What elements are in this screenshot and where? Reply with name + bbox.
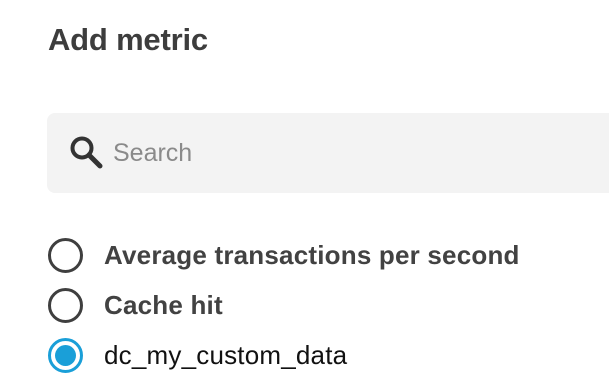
search-box[interactable] xyxy=(47,113,609,193)
metric-option-label: dc_my_custom_data xyxy=(104,339,348,370)
search-icon xyxy=(69,135,109,171)
metric-option-label: Average transactions per second xyxy=(104,239,520,270)
radio-button[interactable] xyxy=(48,237,83,273)
metric-radio-group: Average transactions per second Cache hi… xyxy=(48,230,520,377)
page-title: Add metric xyxy=(48,22,208,57)
radio-selected-dot xyxy=(55,344,76,366)
metric-option-label: Cache hit xyxy=(104,289,223,320)
radio-button[interactable] xyxy=(48,287,83,323)
metric-option-average-transactions[interactable]: Average transactions per second xyxy=(48,230,520,280)
metric-option-dc-my-custom-data[interactable]: dc_my_custom_data xyxy=(48,330,520,377)
metric-option-cache-hit[interactable]: Cache hit xyxy=(48,280,520,330)
search-input[interactable] xyxy=(109,138,553,168)
radio-button-selected[interactable] xyxy=(48,337,83,373)
